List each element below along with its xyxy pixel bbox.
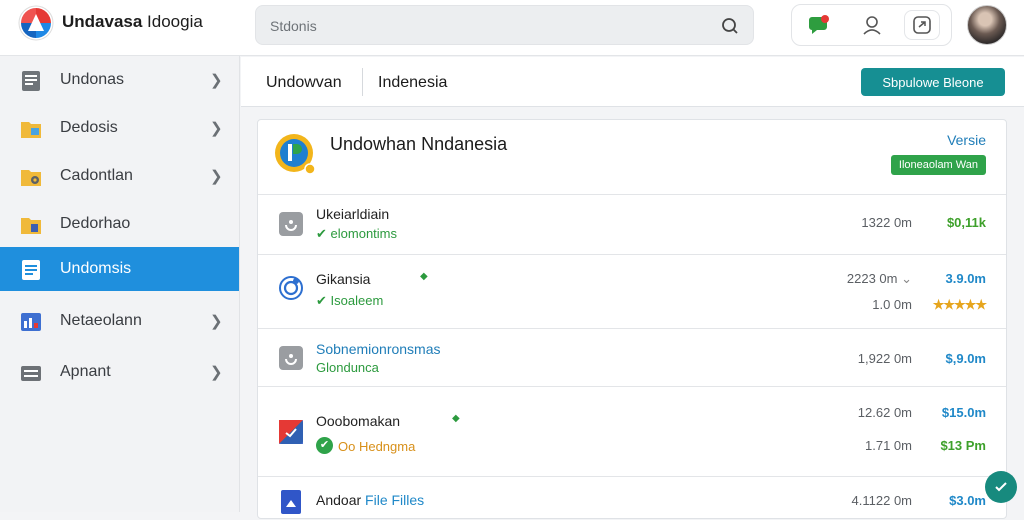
app-tile-icon — [279, 420, 303, 444]
sidebar-item-dedosis[interactable]: Dedosis ❯ — [0, 106, 239, 150]
item-status: ✔ elomontims — [316, 226, 397, 242]
avatar[interactable] — [967, 5, 1007, 45]
folder-settings-icon — [21, 170, 41, 186]
chevron-down-icon[interactable]: ⌄ — [901, 271, 912, 286]
list-icon — [22, 260, 40, 280]
item-name-link[interactable]: Sobnemionronsmas — [316, 341, 441, 357]
sync-dot-icon: ◆ — [452, 413, 460, 424]
sidebar-item-label: Cadontlan — [60, 167, 133, 184]
chat-icon — [809, 15, 829, 34]
item-status-text: Glondunca — [316, 360, 379, 375]
item-name: Andoar File Filles — [316, 492, 424, 508]
chat-button[interactable] — [802, 10, 838, 40]
sidebar-item-label: Undomsis — [60, 260, 132, 277]
sidebar-item-label: Undonas — [60, 71, 125, 88]
check-circle-icon: ✔ — [316, 293, 327, 308]
list-item[interactable]: Sobnemionronsmas Glondunca 1,922 0m $,9.… — [258, 328, 1006, 386]
file-icon — [281, 490, 301, 514]
search-icon[interactable] — [721, 17, 739, 35]
item-name-link[interactable]: File Filles — [365, 492, 424, 508]
item-status: ✔ Isoaleem — [316, 293, 383, 309]
item-status-text: elomontims — [330, 226, 397, 241]
chevron-right-icon: ❯ — [210, 364, 223, 381]
folder-icon — [21, 122, 41, 138]
item-price: 3.9.0m — [945, 271, 986, 286]
chevron-right-icon: ❯ — [210, 120, 223, 137]
package-icon — [279, 346, 303, 370]
list-item[interactable]: Andoar File Filles 4.1122 0m $3.0m — [258, 476, 1006, 520]
folder-icon — [21, 218, 41, 234]
item-size: 1,922 0m — [857, 351, 912, 366]
list-item[interactable]: Gikansia ◆ ✔ Isoaleem 2223 0m ⌄ 3.9.0m 1… — [258, 254, 1006, 328]
rating-stars-icon: ★★★★★ — [932, 297, 987, 312]
breadcrumb-divider — [362, 68, 363, 96]
search-bar[interactable] — [255, 5, 754, 45]
chevron-right-icon: ❯ — [210, 313, 223, 330]
app-title: Undavasa Idoogia — [62, 12, 203, 31]
item-size: 2223 0m ⌄ — [847, 271, 912, 287]
item-size: 12.62 0m — [857, 405, 912, 420]
item-duration: 1.71 0m — [865, 438, 912, 453]
item-price: $0,11k — [946, 215, 986, 230]
sidebar-item-apnant[interactable]: Apnant ❯ — [0, 350, 239, 394]
search-input[interactable] — [270, 15, 690, 37]
toolbar-actions — [791, 4, 952, 46]
sidebar-item-label: Dedosis — [60, 119, 118, 136]
document-icon — [22, 71, 40, 91]
status-badge: Iloneaolam Wan — [890, 155, 986, 175]
item-name-prefix: Andoar — [316, 492, 362, 508]
share-icon — [913, 16, 931, 34]
sidebar-item-label: Dedorhao — [60, 215, 131, 232]
sidebar-item-cadontlan[interactable]: Cadontlan ❯ — [0, 154, 239, 198]
item-price: $15.0m — [941, 405, 986, 420]
sync-dot-icon: ◆ — [420, 271, 428, 282]
refresh-icon — [279, 276, 303, 300]
card-title: Undowhan Nndanesia — [330, 134, 508, 154]
list-item[interactable]: Ooobomakan ◆ ✔ Oo Hedngma 12.62 0m $15.0… — [258, 386, 1006, 476]
sidebar-item-netaeolann[interactable]: Netaeolann ❯ — [0, 299, 239, 343]
item-size: 1322 0m — [861, 215, 912, 230]
package-icon — [279, 212, 303, 236]
chevron-right-icon: ❯ — [210, 168, 223, 185]
sidebar-item-undomsis[interactable]: Undomsis — [0, 247, 239, 291]
user-button[interactable] — [854, 10, 890, 40]
check-circle-icon: ✔ — [316, 226, 327, 241]
item-duration: 1.0 0m — [872, 297, 912, 312]
version-link[interactable]: Versie — [947, 132, 986, 148]
project-logo — [275, 134, 315, 174]
check-circle-icon: ✔ — [316, 437, 333, 454]
item-size: 4.1122 0m — [851, 493, 912, 508]
sidebar-item-dedorhao[interactable]: Dedorhao — [0, 202, 239, 246]
item-name: Gikansia — [316, 271, 371, 287]
item-price: $,9.0m — [945, 351, 986, 366]
chart-icon — [21, 313, 41, 331]
item-price-secondary: $13 Pm — [940, 438, 986, 453]
confirm-fab-button[interactable] — [985, 471, 1017, 503]
sidebar: Undonas ❯ Dedosis ❯ Cadontlan ❯ Dedorhao… — [0, 56, 240, 512]
item-price: $3.0m — [949, 493, 986, 508]
share-button[interactable] — [904, 10, 940, 40]
sidebar-item-label: Netaeolann — [60, 312, 142, 329]
content-header: Undowvan Indenesia Sbpulowe Bleone — [241, 57, 1024, 107]
item-size-text: 2223 0m — [846, 271, 898, 286]
top-bar: Undavasa Idoogia — [0, 0, 1024, 56]
item-status-text: Oo Hedngma — [338, 439, 416, 454]
detail-card: Undowhan Nndanesia Versie Iloneaolam Wan… — [257, 119, 1007, 519]
item-name: Ooobomakan — [316, 413, 401, 429]
breadcrumb-first[interactable]: Undowvan — [266, 74, 342, 92]
user-icon — [863, 16, 881, 35]
item-status-text: Isoaleem — [330, 293, 384, 308]
list-item[interactable]: Ukeiarldiain ✔ elomontims 1322 0m $0,11k — [258, 194, 1006, 254]
item-name: Ukeiarldiain — [316, 206, 390, 222]
check-icon — [995, 482, 1007, 492]
drive-icon — [21, 366, 41, 381]
chevron-right-icon: ❯ — [210, 72, 223, 89]
sidebar-item-label: Apnant — [60, 363, 111, 380]
sidebar-item-undonas[interactable]: Undonas ❯ — [0, 58, 239, 102]
primary-action-button[interactable]: Sbpulowe Bleone — [861, 68, 1005, 96]
breadcrumb-current: Indenesia — [378, 74, 448, 91]
app-logo[interactable] — [18, 5, 54, 41]
